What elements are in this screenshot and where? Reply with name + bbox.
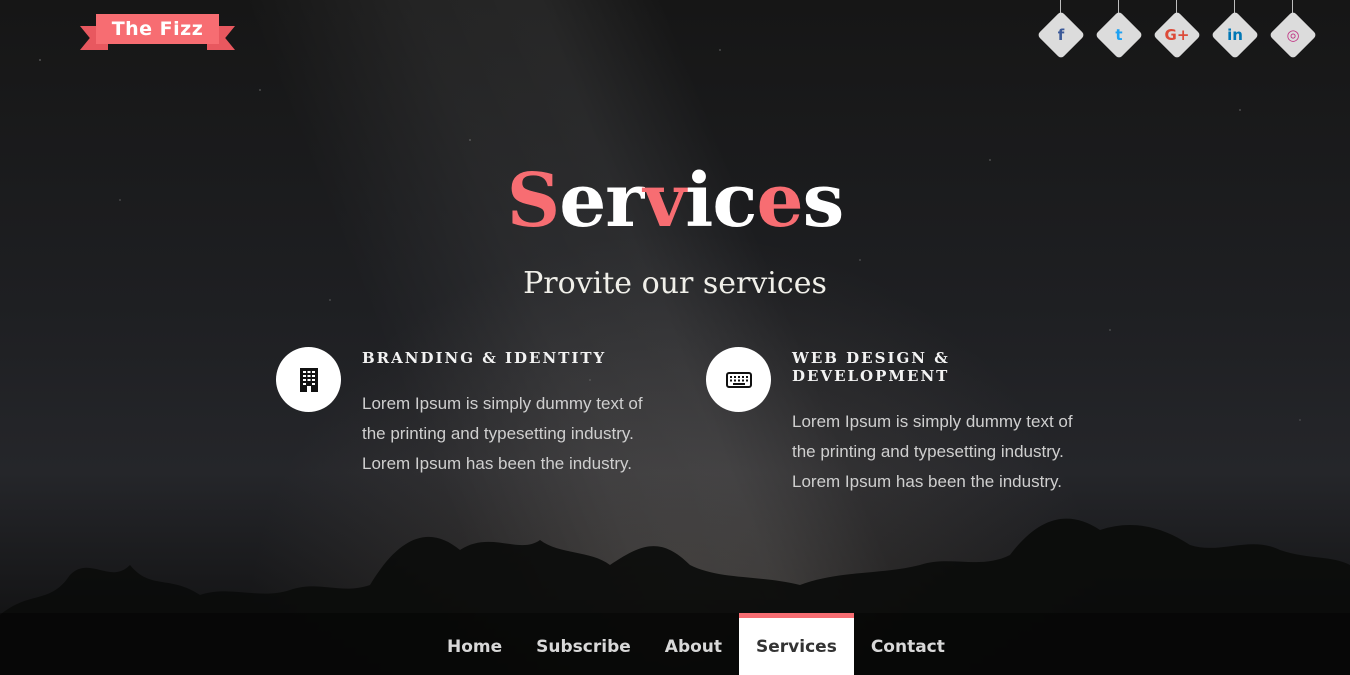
service-description-line: the printing and typesetting industry.	[362, 424, 634, 443]
starfield-background	[0, 0, 1350, 675]
nav-item-home[interactable]: Home	[430, 613, 519, 675]
service-title: WEB DESIGN & DEVELOPMENT	[792, 349, 1112, 385]
linkedin-icon: in	[1218, 18, 1252, 52]
twitter-icon: t	[1102, 18, 1136, 52]
social-links: ft G+ in ◎	[1044, 0, 1310, 60]
social-link-instagram[interactable]: ◎	[1276, 0, 1310, 60]
nav-item-contact[interactable]: Contact	[854, 613, 962, 675]
service-description-line: Lorem Ipsum is simply dummy text of	[792, 412, 1073, 431]
service-description: Lorem Ipsum is simply dummy text of the …	[792, 407, 1112, 497]
instagram-icon: ◎	[1276, 18, 1310, 52]
title-letter: c	[712, 158, 756, 244]
service-description-line: Lorem Ipsum is simply dummy text of	[362, 394, 643, 413]
main-nav: HomeSubscribeAboutServicesContact	[430, 613, 962, 675]
service-title: BRANDING & IDENTITY	[362, 349, 682, 367]
service-icon-circle	[706, 347, 771, 412]
nav-item-subscribe[interactable]: Subscribe	[519, 613, 648, 675]
service-icon-circle	[276, 347, 341, 412]
google-plus-icon: G+	[1160, 18, 1194, 52]
bottom-navbar: HomeSubscribeAboutServicesContact	[0, 613, 1350, 675]
title-letter: S	[507, 158, 559, 244]
building-icon	[299, 368, 319, 392]
nav-item-about[interactable]: About	[648, 613, 739, 675]
brand-name: The Fizz	[96, 14, 219, 44]
service-description-line: Lorem Ipsum has been the industry.	[792, 472, 1062, 491]
facebook-icon: f	[1044, 18, 1078, 52]
title-letter: s	[803, 158, 844, 244]
keyboard-icon	[726, 372, 752, 388]
service-description-line: Lorem Ipsum has been the industry.	[362, 454, 632, 473]
title-letter: e	[756, 158, 802, 244]
title-letter: v	[643, 158, 685, 244]
page-title: Services	[0, 158, 1350, 244]
service-description: Lorem Ipsum is simply dummy text of the …	[362, 389, 682, 479]
social-link-linkedin[interactable]: in	[1218, 0, 1252, 60]
service-description-line: the printing and typesetting industry.	[792, 442, 1064, 461]
nav-item-services[interactable]: Services	[739, 613, 854, 675]
title-letter: e	[559, 158, 605, 244]
title-letter: r	[605, 158, 643, 244]
page-subtitle: Provite our services	[0, 266, 1350, 301]
social-link-facebook[interactable]: f	[1044, 0, 1078, 60]
title-letter: i	[685, 158, 712, 244]
brand-logo[interactable]: The Fizz	[80, 12, 235, 54]
social-link-twitter[interactable]: t	[1102, 0, 1136, 60]
social-link-google-plus[interactable]: G+	[1160, 0, 1194, 60]
